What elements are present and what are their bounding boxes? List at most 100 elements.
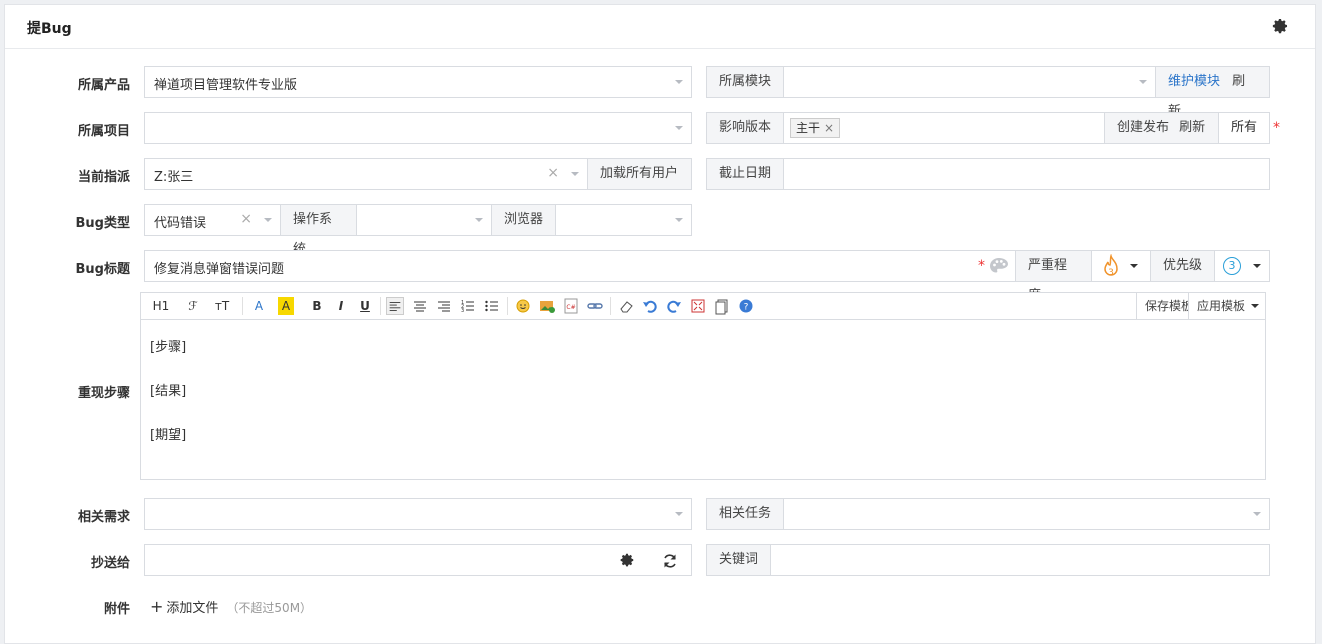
build-label: 影响版本	[706, 112, 784, 144]
title-input[interactable]: 修复消息弹窗错误问题 *	[144, 250, 1016, 282]
file-size-hint: （不超过50M）	[226, 601, 313, 615]
font-size-button[interactable]: ᴛT	[211, 297, 233, 315]
browser-select[interactable]	[555, 204, 692, 236]
deadline-label: 截止日期	[706, 158, 784, 190]
keywords-label: 关键词	[706, 544, 771, 576]
help-icon[interactable]: ?	[737, 297, 755, 315]
font-family-button[interactable]: ℱ	[183, 297, 203, 315]
build-actions: 创建发布 刷新	[1104, 112, 1219, 144]
highlight-button[interactable]: A	[278, 297, 294, 315]
files-label: 附件	[103, 602, 130, 617]
pri-select[interactable]: 3	[1214, 250, 1270, 282]
close-icon[interactable]: ×	[547, 165, 559, 181]
gear-icon[interactable]	[1271, 17, 1289, 35]
bugtype-label: Bug类型	[75, 216, 130, 231]
page-title: 提Bug	[27, 21, 72, 37]
eraser-icon[interactable]	[617, 297, 635, 315]
product-select[interactable]: 禅道项目管理软件专业版	[144, 66, 692, 98]
build-select[interactable]: 主干 ×	[783, 112, 1105, 144]
refresh-build-link[interactable]: 刷新	[1179, 120, 1205, 135]
severity-value: 3	[1108, 268, 1114, 278]
chevron-down-icon	[1130, 264, 1138, 268]
align-center-icon[interactable]	[411, 297, 429, 315]
severity-label: 严重程度	[1015, 250, 1092, 303]
close-icon[interactable]: ×	[824, 121, 834, 135]
severity-select[interactable]: 3	[1091, 250, 1151, 282]
chevron-down-icon	[571, 172, 579, 176]
mailto-select[interactable]	[144, 544, 692, 576]
task-select[interactable]	[783, 498, 1270, 530]
chevron-down-icon	[1253, 264, 1261, 268]
build-all-label: 所有	[1230, 120, 1257, 135]
chevron-down-icon	[675, 512, 683, 516]
assign-label: 当前指派	[77, 170, 130, 185]
close-icon[interactable]: ×	[240, 211, 252, 227]
severity-flame-icon: 3	[1104, 254, 1118, 278]
svg-text:3: 3	[461, 308, 464, 314]
bullet-list-icon[interactable]	[483, 297, 501, 315]
load-all-users-button[interactable]: 加载所有用户	[587, 158, 692, 190]
chevron-down-icon	[1139, 80, 1147, 84]
story-select[interactable]	[144, 498, 692, 530]
assign-select[interactable]: Z:张三 ×	[144, 158, 588, 190]
project-select[interactable]	[144, 112, 692, 144]
browser-label: 浏览器	[491, 204, 556, 236]
product-value: 禅道项目管理软件专业版	[154, 78, 298, 93]
undo-icon[interactable]	[641, 297, 659, 315]
chevron-down-icon	[475, 218, 483, 222]
pri-label: 优先级	[1150, 250, 1215, 282]
chevron-down-icon	[675, 126, 683, 130]
chevron-down-icon	[675, 218, 683, 222]
build-tag-label: 主干	[796, 121, 821, 135]
code-icon[interactable]: C#	[562, 297, 580, 315]
module-actions: 维护模块 刷新	[1155, 66, 1270, 119]
svg-text:C#: C#	[566, 304, 575, 311]
steps-label: 重现步骤	[77, 386, 130, 401]
task-label: 相关任务	[706, 498, 784, 530]
gear-icon[interactable]	[619, 552, 635, 568]
underline-button[interactable]: U	[358, 297, 372, 315]
emoticon-icon[interactable]	[514, 297, 532, 315]
project-label: 所属项目	[77, 124, 130, 139]
keywords-input[interactable]	[770, 544, 1270, 576]
create-release-link[interactable]: 创建发布	[1117, 120, 1169, 135]
add-file-button[interactable]: + 添加文件 （不超过50M）	[150, 597, 312, 616]
required-mark: *	[1273, 120, 1280, 136]
build-tag: 主干 ×	[790, 118, 841, 138]
product-label: 所属产品	[77, 78, 130, 93]
expect-line: [期望]	[150, 428, 187, 443]
module-label: 所属模块	[706, 66, 784, 98]
fullscreen-icon[interactable]	[689, 297, 707, 315]
image-icon[interactable]	[538, 297, 556, 315]
refresh-icon[interactable]	[661, 552, 679, 570]
assign-value: Z:张三	[154, 170, 194, 185]
deadline-input[interactable]	[783, 158, 1270, 190]
story-label: 相关需求	[77, 510, 130, 525]
palette-icon[interactable]	[989, 257, 1009, 275]
align-right-icon[interactable]	[435, 297, 453, 315]
os-select[interactable]	[356, 204, 492, 236]
source-icon[interactable]	[713, 297, 731, 315]
build-all-button[interactable]: 所有	[1218, 112, 1270, 144]
redo-icon[interactable]	[665, 297, 683, 315]
ordered-list-icon[interactable]: 123	[459, 297, 477, 315]
chevron-down-icon	[1251, 304, 1259, 308]
mailto-label: 抄送给	[90, 556, 130, 571]
font-color-button[interactable]: A	[250, 297, 268, 315]
bold-button[interactable]: B	[310, 297, 324, 315]
required-mark: *	[978, 258, 985, 274]
chevron-down-icon	[1253, 512, 1261, 516]
pri-value: 3	[1223, 257, 1241, 275]
heading-button[interactable]: H1	[149, 297, 173, 315]
align-left-icon[interactable]	[386, 297, 404, 315]
module-select[interactable]	[783, 66, 1156, 98]
panel-header: 提Bug	[5, 5, 1315, 49]
steps-line: [步骤]	[150, 340, 187, 355]
steps-editor[interactable]: [步骤] [结果] [期望]	[140, 320, 1266, 480]
link-icon[interactable]	[586, 297, 604, 315]
bugtype-select[interactable]: 代码错误 ×	[144, 204, 281, 236]
maintain-module-link[interactable]: 维护模块	[1168, 74, 1220, 89]
editor-toolbar: H1 ℱ ᴛT A A B I U 123 C# ? 保存模板 应用模板	[140, 292, 1266, 320]
chevron-down-icon	[675, 80, 683, 84]
italic-button[interactable]: I	[334, 297, 348, 315]
